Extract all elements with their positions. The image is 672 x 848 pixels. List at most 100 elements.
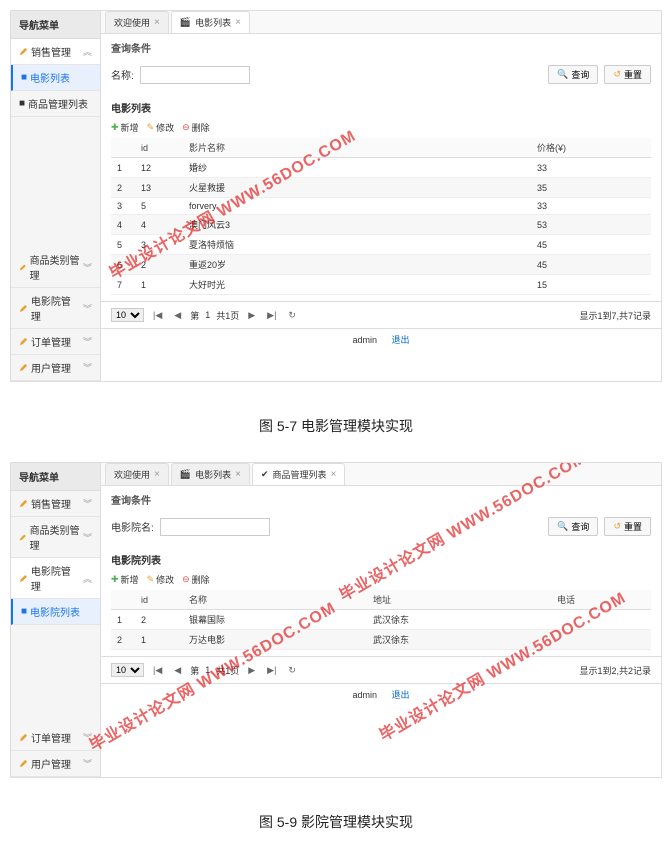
table-row[interactable]: 44澳门风云353 (111, 215, 651, 235)
tab-welcome[interactable]: 欢迎使用 × (105, 463, 169, 485)
prev-page-button[interactable]: ◀ (171, 310, 184, 321)
first-page-button[interactable]: |◀ (150, 665, 165, 676)
chevron-down-icon: ︾ (83, 531, 92, 544)
sidebar: 导航菜单 销售管理 ︾ 商品类别管理 ︾ 电影院管理 ︽ ■ 电影院列表 (11, 463, 101, 777)
pager: 10 |◀ ◀ 第 1 共1页 ▶ ▶| ↻ 显示1到7,共7记录 (101, 301, 661, 328)
table-row[interactable]: 21万达电影武汉徐东 (111, 630, 651, 650)
table-row[interactable]: 53夏洛特烦恼45 (111, 235, 651, 255)
cell: 33 (531, 158, 651, 178)
cell: 1 (135, 630, 183, 650)
sidebar-label: 电影列表 (30, 70, 70, 85)
sidebar-group-cinema[interactable]: 电影院管理 ︾ (11, 288, 100, 329)
cell: 4 (111, 215, 135, 235)
cell: 1 (111, 158, 135, 178)
footer: admin 退出 (101, 328, 661, 350)
tab-label: 欢迎使用 (114, 468, 150, 481)
current-user: admin (352, 690, 377, 700)
page-size-select[interactable]: 10 (111, 308, 144, 322)
cell: 夏洛特烦恼 (183, 235, 531, 255)
refresh-button[interactable]: ↻ (285, 665, 299, 676)
tab-goods-list[interactable]: ✔商品管理列表× (252, 463, 345, 485)
tab-icon: 🎬 (180, 469, 191, 480)
close-icon[interactable]: × (235, 17, 241, 28)
list-title: 电影院列表 (111, 552, 651, 567)
sidebar-label: 销售管理 (31, 496, 71, 511)
sidebar-group-cinema[interactable]: 电影院管理 ︽ (11, 558, 100, 599)
logout-link[interactable]: 退出 (392, 690, 410, 700)
sidebar-group-goods-type[interactable]: 商品类别管理 ︾ (11, 247, 100, 288)
cell (551, 630, 651, 650)
chevron-down-icon: ︾ (83, 731, 92, 744)
next-page-button[interactable]: ▶ (245, 310, 258, 321)
pencil-icon (19, 499, 28, 508)
table-row[interactable]: 213火星救援35 (111, 178, 651, 198)
search-icon: 🔍 (557, 69, 568, 80)
next-page-button[interactable]: ▶ (245, 665, 258, 676)
delete-button[interactable]: ⊖删除 (182, 121, 210, 134)
chevron-down-icon: ︾ (83, 302, 92, 315)
table-row[interactable]: 71大好时光15 (111, 275, 651, 295)
delete-button[interactable]: ⊖删除 (182, 573, 210, 586)
edit-button[interactable]: ✎修改 (147, 573, 175, 586)
table-row[interactable]: 12银幕国际武汉徐东 (111, 610, 651, 630)
minus-icon: ⊖ (182, 122, 190, 133)
query-button[interactable]: 🔍查询 (548, 65, 598, 84)
chevron-down-icon: ︾ (83, 497, 92, 510)
tab-welcome[interactable]: 欢迎使用× (105, 11, 169, 33)
sidebar-group-goods-type[interactable]: 商品类别管理 ︾ (11, 517, 100, 558)
refresh-button[interactable]: ↻ (285, 310, 299, 321)
name-input[interactable] (140, 66, 250, 84)
query-button[interactable]: 🔍查询 (548, 517, 598, 536)
reset-button[interactable]: ↺重置 (604, 517, 651, 536)
main-panel: 欢迎使用× 🎬电影列表× 查询条件 名称: 🔍查询 ↺重置 电影列表 ✚新增 ✎… (101, 11, 661, 381)
col-name: 名称 (183, 590, 367, 610)
table-row[interactable]: 35forvery33 (111, 198, 651, 215)
sidebar-title: 导航菜单 (11, 11, 100, 39)
tab-icon: ✔ (261, 469, 269, 480)
cell: 万达电影 (183, 630, 367, 650)
sidebar-label: 电影院列表 (30, 604, 80, 619)
reset-button[interactable]: ↺重置 (604, 65, 651, 84)
add-button[interactable]: ✚新增 (111, 573, 139, 586)
cinema-name-input[interactable] (160, 518, 270, 536)
btn-label: 重置 (624, 520, 642, 533)
prev-page-button[interactable]: ◀ (171, 665, 184, 676)
col-tel: 电话 (551, 590, 651, 610)
add-button[interactable]: ✚新增 (111, 121, 139, 134)
col-name: 影片名称 (183, 138, 531, 158)
minus-icon: ⊖ (182, 574, 190, 585)
cell: 4 (135, 215, 183, 235)
tab-movie-list[interactable]: 🎬电影列表× (171, 11, 250, 33)
sidebar-item-goods-list[interactable]: ■ 商品管理列表 (11, 91, 100, 117)
btn-label: 删除 (192, 573, 210, 586)
sidebar-group-sales[interactable]: 销售管理 ︾ (11, 491, 100, 517)
last-page-button[interactable]: ▶| (264, 665, 279, 676)
page-size-select[interactable]: 10 (111, 663, 144, 677)
close-icon[interactable]: × (154, 17, 160, 28)
cell: 13 (135, 178, 183, 198)
sidebar-label: 用户管理 (31, 360, 71, 375)
logout-link[interactable]: 退出 (392, 335, 410, 345)
cell: 大好时光 (183, 275, 531, 295)
cell: 2 (111, 178, 135, 198)
last-page-button[interactable]: ▶| (264, 310, 279, 321)
sidebar-item-movie-list[interactable]: ■ 电影列表 (11, 65, 100, 91)
first-page-button[interactable]: |◀ (150, 310, 165, 321)
close-icon[interactable]: × (331, 469, 337, 480)
chevron-down-icon: ︾ (83, 757, 92, 770)
edit-button[interactable]: ✎修改 (147, 121, 175, 134)
sidebar-item-cinema-list[interactable]: ■ 电影院列表 (11, 599, 100, 625)
col-id: id (135, 138, 183, 158)
table-row[interactable]: 112婚纱33 (111, 158, 651, 178)
sidebar-group-order[interactable]: 订单管理 ︾ (11, 725, 100, 751)
sidebar-group-order[interactable]: 订单管理 ︾ (11, 329, 100, 355)
close-icon[interactable]: × (154, 469, 160, 480)
table-row[interactable]: 62重返20岁45 (111, 255, 651, 275)
sidebar-group-sales[interactable]: 销售管理 ︽ (11, 39, 100, 65)
sidebar-group-user[interactable]: 用户管理 ︾ (11, 355, 100, 381)
sidebar-group-user[interactable]: 用户管理 ︾ (11, 751, 100, 777)
list-section: 电影院列表 ✚新增 ✎修改 ⊖删除 id 名称 地址 电话 12银幕国际武汉徐东… (101, 546, 661, 656)
page-total: 共1页 (216, 664, 239, 677)
close-icon[interactable]: × (235, 469, 241, 480)
tab-movie-list[interactable]: 🎬电影列表× (171, 463, 250, 485)
